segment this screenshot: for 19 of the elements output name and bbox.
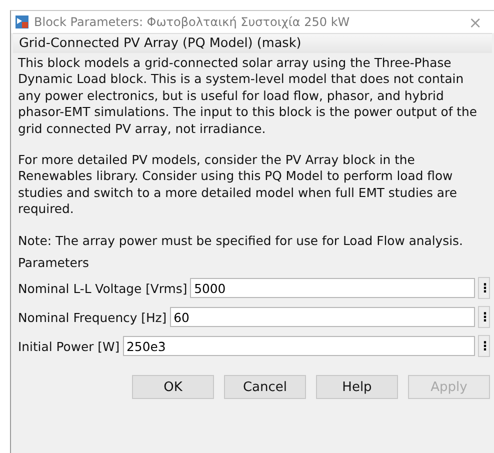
block-icon: [15, 15, 29, 29]
description-paragraph: This block models a grid-connected solar array using the Three-Phase Dynamic Load block. This is a system-level model that does not contain any power electronics, but is useful for load flow, phasor, and hybrid phasor-EMT simulations. The input to this block is the power output of the grid connected PV array, not irradiance.: [18, 55, 478, 138]
field-label: Nominal Frequency [Hz]: [18, 310, 167, 325]
field-label: Nominal L-L Voltage [Vrms]: [18, 280, 188, 296]
input-field[interactable]: 5000: [190, 278, 475, 298]
more-button[interactable]: ⋮: [478, 306, 490, 328]
more-button[interactable]: ⋮: [478, 335, 490, 358]
more-button[interactable]: ⋮: [478, 277, 490, 300]
dialog-button[interactable]: Help: [316, 375, 398, 400]
description-paragraph: Note: The array power must be specified for use for Load Flow analysis.: [18, 232, 464, 250]
dialog-button[interactable]: Cancel: [224, 375, 306, 400]
window-title: Block Parameters: Φωτοβολταική Συστοιχία 250 kW: [34, 15, 351, 29]
field-label: Initial Power [W]: [18, 338, 120, 354]
input-field[interactable]: 250e3: [122, 336, 475, 356]
section-title: Parameters: [18, 255, 90, 270]
mask-title: Grid-Connected PV Array (PQ Model) (mask): [13, 33, 492, 53]
dialog-button[interactable]: OK: [132, 375, 214, 400]
input-field[interactable]: 60: [170, 307, 475, 328]
description-paragraph: For more detailed PV models, consider the PV Array block in the Renewables library. Consider using this PQ Model to perform load flow studies and switch to a more detailed model when full EMT studies are required.: [18, 152, 458, 218]
